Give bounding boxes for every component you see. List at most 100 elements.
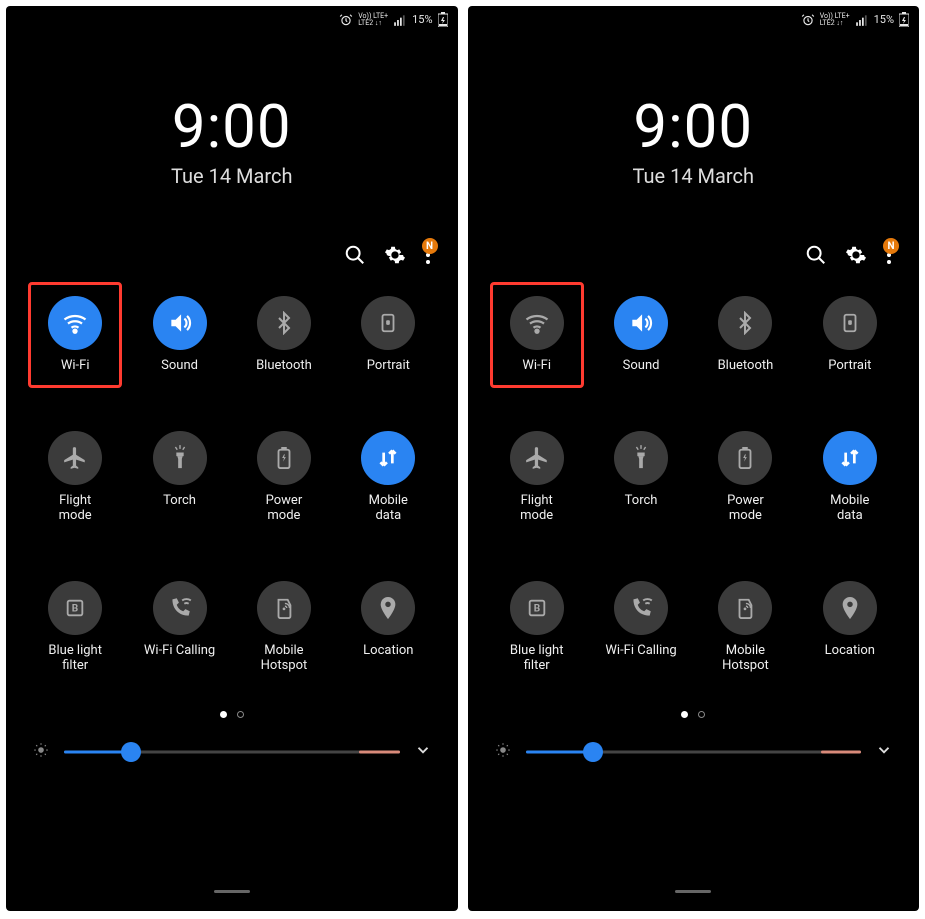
brightness-slider[interactable]: [526, 740, 862, 764]
portrait-icon: [823, 296, 877, 350]
toggle-label: Mobile Hotspot: [261, 643, 308, 673]
svg-text:B: B: [533, 604, 539, 615]
slider-thumb[interactable]: [121, 742, 141, 762]
toggle-wifi-calling[interactable]: Wi-Fi Calling: [132, 581, 226, 673]
airplane-icon: [510, 431, 564, 485]
airplane-icon: [48, 431, 102, 485]
settings-icon[interactable]: [384, 244, 406, 270]
toggle-hotspot[interactable]: Mobile Hotspot: [698, 581, 792, 673]
toggle-hotspot[interactable]: Mobile Hotspot: [237, 581, 331, 673]
clock-block: 9:00 Tue 14 March: [468, 91, 920, 188]
toggle-power-mode[interactable]: Power mode: [698, 431, 792, 523]
notification-badge: N: [422, 238, 438, 254]
search-icon[interactable]: [805, 244, 827, 270]
sound-icon: [614, 296, 668, 350]
toggle-sound[interactable]: Sound: [594, 296, 688, 373]
toggle-label: Wi-Fi Calling: [144, 643, 215, 658]
toggle-wifi[interactable]: Wi-Fi: [28, 296, 122, 373]
brightness-slider[interactable]: [64, 740, 400, 764]
toggle-label: Flight mode: [59, 493, 92, 523]
toggle-power-mode[interactable]: Power mode: [237, 431, 331, 523]
toggle-portrait[interactable]: Portrait: [803, 296, 897, 373]
power-mode-icon: [718, 431, 772, 485]
lte-bottom: LTE2 ↓↑: [820, 20, 850, 27]
panel-action-row: N: [6, 244, 458, 270]
slider-thumb[interactable]: [583, 742, 603, 762]
toggle-portrait[interactable]: Portrait: [341, 296, 435, 373]
lte-indicator: Vo)) LTE+ LTE2 ↓↑: [358, 13, 388, 27]
more-icon[interactable]: N: [885, 244, 893, 270]
torch-icon: [614, 431, 668, 485]
toggle-mobile-data[interactable]: Mobile data: [803, 431, 897, 523]
toggle-label: Power mode: [727, 493, 764, 523]
sound-icon: [153, 296, 207, 350]
brightness-row: [468, 740, 920, 764]
toggle-label: Bluetooth: [718, 358, 774, 373]
page-indicator: [468, 711, 920, 718]
toggle-label: Wi-Fi: [522, 358, 551, 373]
clock-date: Tue 14 March: [6, 164, 458, 188]
search-icon[interactable]: [344, 244, 366, 270]
toggle-flight-mode[interactable]: Flight mode: [28, 431, 122, 523]
nav-handle[interactable]: [675, 890, 711, 893]
page-indicator: [6, 711, 458, 718]
toggle-label: Blue light filter: [48, 643, 102, 673]
quick-toggles-grid: Wi-Fi Sound Bluetooth Portrait Flight mo…: [6, 296, 458, 673]
toggle-sound[interactable]: Sound: [132, 296, 226, 373]
toggle-torch[interactable]: Torch: [594, 431, 688, 523]
phone-panel-left: Vo)) LTE+ LTE2 ↓↑ 15% 9:00 Tue 14 March …: [6, 6, 458, 911]
brightness-low-icon: [32, 741, 50, 763]
toggle-wifi-calling[interactable]: Wi-Fi Calling: [594, 581, 688, 673]
brightness-row: [6, 740, 458, 764]
signal-icon: [855, 13, 869, 27]
battery-icon: [438, 12, 448, 27]
toggle-flight-mode[interactable]: Flight mode: [490, 431, 584, 523]
panel-action-row: N: [468, 244, 920, 270]
toggle-bluetooth[interactable]: Bluetooth: [698, 296, 792, 373]
location-icon: [823, 581, 877, 635]
toggle-label: Portrait: [367, 358, 410, 373]
location-icon: [361, 581, 415, 635]
dot-inactive: [698, 711, 705, 718]
toggle-location[interactable]: Location: [803, 581, 897, 673]
dot-active: [681, 711, 688, 718]
toggle-label: Portrait: [828, 358, 871, 373]
battery-text: 15%: [412, 13, 432, 26]
bluetooth-icon: [257, 296, 311, 350]
toggle-torch[interactable]: Torch: [132, 431, 226, 523]
toggle-bluetooth[interactable]: Bluetooth: [237, 296, 331, 373]
toggle-label: Mobile data: [369, 493, 408, 523]
status-bar: Vo)) LTE+ LTE2 ↓↑ 15%: [468, 6, 920, 31]
toggle-label: Mobile Hotspot: [722, 643, 769, 673]
alarm-icon: [339, 13, 353, 27]
toggle-wifi[interactable]: Wi-Fi: [490, 296, 584, 373]
phone-panel-right: Vo)) LTE+ LTE2 ↓↑ 15% 9:00 Tue 14 March …: [468, 6, 920, 911]
toggle-label: Sound: [623, 358, 660, 373]
toggle-label: Blue light filter: [510, 643, 564, 673]
dot-inactive: [237, 711, 244, 718]
power-mode-icon: [257, 431, 311, 485]
toggle-mobile-data[interactable]: Mobile data: [341, 431, 435, 523]
wifi-calling-icon: [614, 581, 668, 635]
wifi-icon: [510, 296, 564, 350]
toggle-blue-light[interactable]: B Blue light filter: [490, 581, 584, 673]
toggle-label: Flight mode: [520, 493, 553, 523]
toggle-label: Power mode: [266, 493, 303, 523]
settings-icon[interactable]: [845, 244, 867, 270]
hotspot-icon: [257, 581, 311, 635]
toggle-blue-light[interactable]: B Blue light filter: [28, 581, 122, 673]
nav-handle[interactable]: [214, 890, 250, 893]
toggle-location[interactable]: Location: [341, 581, 435, 673]
dot-active: [220, 711, 227, 718]
toggle-label: Location: [825, 643, 875, 658]
chevron-down-icon[interactable]: [875, 741, 893, 763]
chevron-down-icon[interactable]: [414, 741, 432, 763]
brightness-low-icon: [494, 741, 512, 763]
more-icon[interactable]: N: [424, 244, 432, 270]
toggle-label: Wi-Fi Calling: [605, 643, 676, 658]
alarm-icon: [801, 13, 815, 27]
status-bar: Vo)) LTE+ LTE2 ↓↑ 15%: [6, 6, 458, 31]
toggle-label: Mobile data: [830, 493, 869, 523]
clock-block: 9:00 Tue 14 March: [6, 91, 458, 188]
toggle-label: Torch: [163, 493, 196, 508]
